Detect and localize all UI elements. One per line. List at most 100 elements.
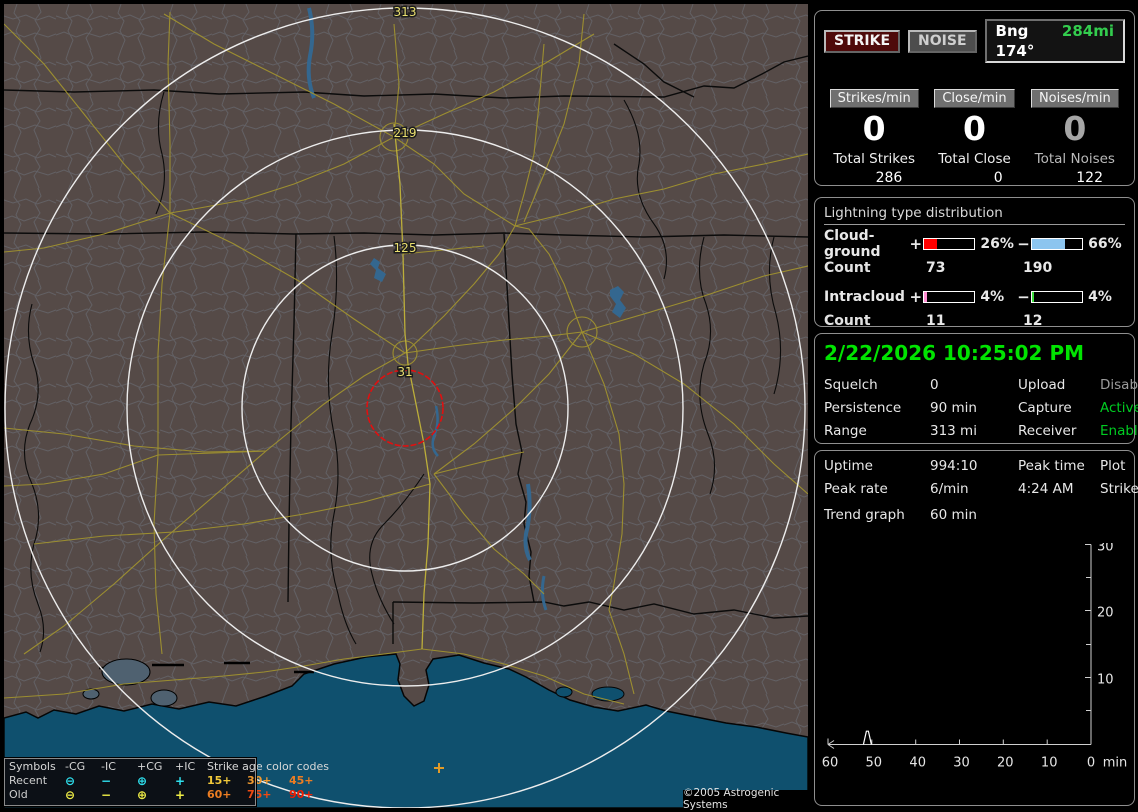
cg-negative-pct: 66% xyxy=(1088,235,1122,252)
bearing-distance: 284mi xyxy=(1061,22,1114,40)
close-column: Close/min 0 Total Close 0 xyxy=(924,87,1024,186)
receiver-label: Receiver xyxy=(1018,423,1077,439)
bearing-readout: Bng 174° 284mi xyxy=(984,19,1125,63)
squelch-label: Squelch xyxy=(824,377,878,393)
svg-text:0: 0 xyxy=(1087,756,1095,771)
noises-per-min-button[interactable]: Noises/min xyxy=(1030,89,1119,108)
strikes-column: Strikes/min 0 Total Strikes 286 xyxy=(824,87,924,186)
cloud-ground-label: Cloud-ground xyxy=(824,227,881,260)
range-label: Range xyxy=(824,423,867,439)
total-noises-label: Total Noises xyxy=(1034,151,1115,167)
strikes-rate: 0 xyxy=(862,109,886,148)
cloud-ground-row: Cloud-ground + 26% − 66% xyxy=(824,228,1125,260)
age-60: 60+ xyxy=(207,788,232,801)
cg-positive-pct: 26% xyxy=(980,235,1014,252)
age-15: 15+ xyxy=(207,774,232,787)
upload-status: Disabled xyxy=(1100,377,1138,393)
plus-sign: + xyxy=(909,234,923,253)
cg-positive-bar xyxy=(923,237,976,250)
ring-label-31: 31 xyxy=(397,365,412,379)
squelch-value: 0 xyxy=(930,377,939,393)
legend-age-title: Strike age color codes xyxy=(207,760,329,773)
intracloud-label: Intracloud xyxy=(824,288,905,305)
minus-sign: − xyxy=(1017,287,1030,306)
age-90: 90+ xyxy=(289,788,314,801)
symbols-legend: Symbols -CG -IC +CG +IC Strike age color… xyxy=(3,757,329,807)
sidebar: STRIKE NOISE Bng 174° 284mi Strikes/min … xyxy=(812,0,1138,812)
noises-rate: 0 xyxy=(1063,109,1087,148)
ic-positive-bar xyxy=(923,290,976,303)
persistence-label: Persistence xyxy=(824,400,902,416)
pos-cg-old-icon: ⊕ xyxy=(137,788,148,802)
neg-ic-recent-icon: − xyxy=(101,774,112,788)
plus-sign: + xyxy=(909,287,923,306)
strikes-per-min-button[interactable]: Strikes/min xyxy=(829,89,919,108)
persistence-value: 90 min xyxy=(930,400,977,416)
trend-graph-value: 60 min xyxy=(930,507,977,523)
ic-positive-count: 11 xyxy=(926,313,946,329)
total-noises-value: 122 xyxy=(1076,170,1103,186)
bearing-value: Bng 174° xyxy=(995,22,1035,60)
close-rate: 0 xyxy=(963,109,986,148)
noises-column: Noises/min 0 Total Noises 122 xyxy=(1025,87,1125,186)
ring-label-313: 313 xyxy=(394,5,417,19)
svg-text:20: 20 xyxy=(997,756,1014,771)
plot-value: Strike xyxy=(1100,481,1138,497)
upload-label: Upload xyxy=(1018,377,1066,393)
noise-mode-button[interactable]: NOISE xyxy=(908,29,977,53)
legend-row-recent: Recent xyxy=(9,774,48,787)
trend-axes xyxy=(827,544,1092,749)
legend-col-pos-ic: +IC xyxy=(175,760,196,773)
legend-col-neg-cg: -CG xyxy=(65,760,86,773)
trend-x-labels: 60 50 40 30 20 10 0 min xyxy=(822,756,1128,771)
svg-text:30: 30 xyxy=(953,756,970,771)
trend-x-unit: min xyxy=(1103,756,1128,771)
intracloud-count-row: Count 11 12 xyxy=(824,313,1125,329)
svg-text:10: 10 xyxy=(1041,756,1058,771)
range-value: 313 mi xyxy=(930,423,977,439)
neg-ic-old-icon: − xyxy=(101,788,112,802)
legend-row-old: Old xyxy=(9,788,28,801)
svg-text:60: 60 xyxy=(822,756,839,771)
counters-panel: STRIKE NOISE Bng 174° 284mi Strikes/min … xyxy=(814,10,1135,186)
total-strikes-label: Total Strikes xyxy=(833,151,915,167)
ic-negative-pct: 4% xyxy=(1088,288,1112,305)
uptime-label: Uptime xyxy=(824,458,873,474)
cg-count-label: Count xyxy=(824,260,871,276)
trend-panel: Uptime 994:10 Peak time Plot Peak rate 6… xyxy=(814,450,1138,806)
legend-col-neg-ic: -IC xyxy=(101,760,116,773)
minus-sign: − xyxy=(1017,234,1030,253)
map-display[interactable]: 313 219 125 31 Symbols -CG -IC +CG +IC S… xyxy=(3,4,810,811)
cg-positive-count: 73 xyxy=(926,260,946,276)
capture-status: Active xyxy=(1100,400,1138,416)
cg-negative-count: 190 xyxy=(1023,260,1053,276)
neg-cg-recent-icon: ⊖ xyxy=(65,774,76,788)
intracloud-row: Intracloud + 4% − 4% xyxy=(824,287,1125,306)
age-30: 30+ xyxy=(247,774,272,787)
pos-ic-recent-icon: + xyxy=(175,774,186,788)
svg-text:30: 30 xyxy=(1097,543,1114,555)
age-75: 75+ xyxy=(247,788,272,801)
distribution-title: Lightning type distribution xyxy=(824,205,1125,225)
svg-text:10: 10 xyxy=(1097,673,1114,688)
cg-negative-bar xyxy=(1030,237,1084,250)
total-close-label: Total Close xyxy=(938,151,1011,167)
datetime-readout: 2/22/2026 10:25:02 PM xyxy=(824,341,1084,365)
ic-positive-pct: 4% xyxy=(980,288,1005,305)
trend-y-labels: 30 20 10 xyxy=(1097,543,1114,688)
total-close-value: 0 xyxy=(993,170,1003,186)
trend-graph-label: Trend graph xyxy=(824,507,905,523)
cloud-ground-count-row: Count 73 190 xyxy=(824,260,1125,276)
close-per-min-button[interactable]: Close/min xyxy=(934,89,1015,108)
map-svg: 313 219 125 31 xyxy=(4,4,808,808)
copyright-text: ©2005 Astrogenic Systems xyxy=(683,787,810,811)
svg-text:20: 20 xyxy=(1097,606,1114,621)
pos-cg-recent-icon: ⊕ xyxy=(137,774,148,788)
neg-cg-old-icon: ⊖ xyxy=(65,788,76,802)
strike-mode-button[interactable]: STRIKE xyxy=(824,29,901,53)
svg-text:50: 50 xyxy=(866,756,883,771)
ring-label-125: 125 xyxy=(394,241,417,255)
status-panel: 2/22/2026 10:25:02 PM Squelch 0 Upload D… xyxy=(814,333,1138,444)
ic-negative-count: 12 xyxy=(1023,313,1043,329)
distribution-panel: Lightning type distribution Cloud-ground… xyxy=(814,197,1135,329)
